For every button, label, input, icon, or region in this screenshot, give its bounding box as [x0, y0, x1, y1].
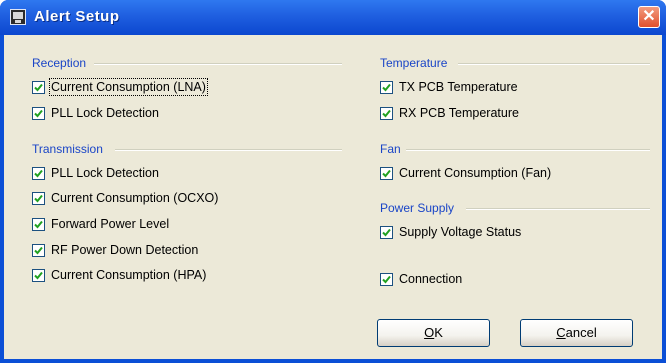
fan-group-label: Fan [380, 142, 401, 156]
checkbox-label: PLL Lock Detection [51, 166, 159, 180]
cancel-button[interactable]: Cancel [520, 319, 633, 347]
checkbox-box[interactable] [32, 80, 45, 94]
checkbox-label: RF Power Down Detection [51, 243, 199, 257]
checkmark-icon [382, 83, 391, 91]
checkmark-icon [34, 83, 43, 91]
checkmark-icon [34, 194, 43, 202]
dialog-body: Reception Current Consumption (LNA) PLL … [4, 35, 662, 359]
checkmark-icon [34, 246, 43, 254]
checkbox-label: TX PCB Temperature [399, 80, 518, 94]
reception-separator [94, 63, 342, 65]
cancel-label-rest: ancel [565, 325, 597, 340]
checkmark-icon [34, 169, 43, 177]
checkmark-icon [34, 220, 43, 228]
checkmark-icon [34, 109, 43, 117]
checkbox-label: Current Consumption (OCXO) [51, 191, 219, 205]
reception-group-label: Reception [32, 56, 87, 70]
checkbox-box[interactable] [380, 225, 393, 239]
transmission-group-label: Transmission [32, 142, 103, 156]
ok-mnemonic: O [424, 325, 435, 340]
checkbox-label: Current Consumption (HPA) [51, 268, 207, 282]
checkbox-pll-lock-detection-rx[interactable]: PLL Lock Detection [32, 105, 159, 121]
checkbox-box[interactable] [32, 217, 45, 231]
power-supply-group-label: Power Supply [380, 201, 455, 215]
checkbox-rx-pcb-temperature[interactable]: RX PCB Temperature [380, 105, 519, 121]
checkbox-box[interactable] [380, 80, 393, 94]
checkmark-icon [34, 271, 43, 279]
checkbox-rf-power-down-detection[interactable]: RF Power Down Detection [32, 242, 198, 258]
checkbox-label: PLL Lock Detection [51, 106, 159, 120]
checkmark-icon [382, 169, 391, 177]
checkbox-label: RX PCB Temperature [399, 106, 519, 120]
checkbox-label: Forward Power Level [51, 217, 170, 231]
checkbox-box[interactable] [32, 191, 45, 205]
checkbox-forward-power-level[interactable]: Forward Power Level [32, 216, 169, 232]
checkbox-box[interactable] [380, 166, 393, 180]
checkbox-supply-voltage-status[interactable]: Supply Voltage Status [380, 224, 521, 240]
checkbox-tx-pcb-temperature[interactable]: TX PCB Temperature [380, 79, 518, 95]
alert-setup-window: Alert Setup ✕ Reception Current Consumpt… [0, 0, 666, 363]
temperature-group-label: Temperature [380, 56, 448, 70]
temperature-separator [458, 63, 650, 65]
close-button[interactable]: ✕ [638, 6, 660, 28]
checkbox-current-consumption-lna[interactable]: Current Consumption (LNA) [32, 78, 208, 96]
fan-separator [406, 149, 650, 151]
checkbox-label: Supply Voltage Status [399, 225, 522, 239]
checkbox-connection[interactable]: Connection [380, 271, 462, 287]
checkmark-icon [382, 275, 391, 283]
transmission-separator [115, 149, 342, 151]
checkbox-label: Connection [399, 272, 463, 286]
ok-button[interactable]: OK [377, 319, 490, 347]
checkbox-current-consumption-fan[interactable]: Current Consumption (Fan) [380, 165, 551, 181]
checkbox-box[interactable] [32, 243, 45, 257]
checkmark-icon [382, 228, 391, 236]
monitor-icon [10, 9, 26, 25]
window-title: Alert Setup [34, 8, 120, 25]
close-icon: ✕ [642, 8, 656, 25]
checkbox-current-consumption-ocxo[interactable]: Current Consumption (OCXO) [32, 190, 218, 206]
checkmark-icon [382, 109, 391, 117]
cancel-mnemonic: C [556, 325, 566, 340]
checkbox-pll-lock-detection-tx[interactable]: PLL Lock Detection [32, 165, 159, 181]
checkbox-box[interactable] [380, 106, 393, 120]
checkbox-label: Current Consumption (Fan) [399, 166, 552, 180]
checkbox-box[interactable] [32, 166, 45, 180]
checkbox-box[interactable] [32, 106, 45, 120]
checkbox-label: Current Consumption (LNA) [49, 78, 208, 96]
checkbox-current-consumption-hpa[interactable]: Current Consumption (HPA) [32, 267, 206, 283]
checkbox-box[interactable] [380, 272, 393, 286]
title-bar[interactable]: Alert Setup ✕ [0, 0, 666, 35]
checkbox-box[interactable] [32, 268, 45, 282]
power-supply-separator [466, 208, 650, 210]
ok-label-rest: K [434, 325, 443, 340]
